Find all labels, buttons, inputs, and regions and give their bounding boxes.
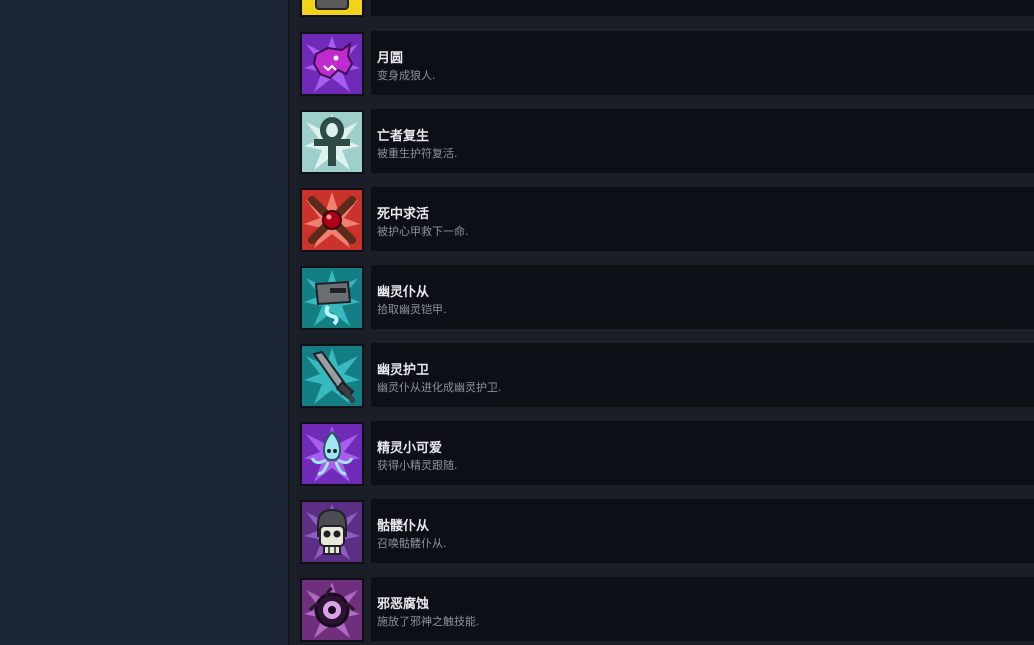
achievement-row: 亡者复生 被重生护符复活. [289,109,1034,174]
achievement-row: 死中求活 被护心甲救下一命. [289,187,1034,252]
achievement-card: 死中求活 被护心甲救下一命. [371,187,1034,251]
achievement-title: 邪恶腐蚀 [377,597,430,612]
skull-icon [302,502,362,562]
heart-crossbones-icon [302,190,362,250]
achievement-row: 月圆 变身成狼人. [289,31,1034,96]
achievement-list[interactable]: 月圆 变身成狼人. 亡者复生 被重生护符复活. 死中求活 被护心甲救下一命. 幽… [289,0,1034,645]
ankh-icon [302,112,362,172]
achievement-title: 亡者复生 [377,129,430,144]
ghost-helmet-icon [302,268,362,328]
achievement-card: 幽灵护卫 幽灵仆从进化成幽灵护卫. [371,343,1034,407]
achievement-description: 被护心甲救下一命. [377,225,469,238]
achievement-row [289,0,1034,17]
achievement-icon-frame [300,32,364,96]
left-panel [0,0,288,645]
achievement-description: 拾取幽灵铠甲. [377,303,447,316]
yellow-badge-icon [302,0,362,15]
achievement-row: 精灵小可爱 获得小精灵跟随. [289,421,1034,486]
achievement-row: 幽灵仆从 拾取幽灵铠甲. [289,265,1034,330]
achievement-title: 精灵小可爱 [377,441,443,456]
achievement-description: 幽灵仆从进化成幽灵护卫. [377,381,502,394]
achievement-description: 变身成狼人. [377,69,436,82]
achievements-window: 月圆 变身成狼人. 亡者复生 被重生护符复活. 死中求活 被护心甲救下一命. 幽… [0,0,1034,645]
achievement-row: 骷髅仆从 召唤骷髅仆从. [289,499,1034,564]
achievement-card: 骷髅仆从 召唤骷髅仆从. [371,499,1034,563]
achievement-icon-frame [300,188,364,252]
achievement-title: 月圆 [377,51,404,66]
achievement-card [371,0,1034,16]
achievement-description: 获得小精灵跟随. [377,459,458,472]
ghost-sword-icon [302,346,362,406]
wisp-icon [302,424,362,484]
achievement-title: 幽灵护卫 [377,363,430,378]
achievement-card: 幽灵仆从 拾取幽灵铠甲. [371,265,1034,329]
achievement-card: 亡者复生 被重生护符复活. [371,109,1034,173]
achievement-icon-frame [300,110,364,174]
achievement-row: 幽灵护卫 幽灵仆从进化成幽灵护卫. [289,343,1034,408]
achievement-icon-frame [300,0,364,17]
achievement-icon-frame [300,344,364,408]
achievement-icon-frame [300,500,364,564]
achievement-description: 召唤骷髅仆从. [377,537,447,550]
achievement-description: 施放了邪神之触技能. [377,615,480,628]
achievement-card: 精灵小可爱 获得小精灵跟随. [371,421,1034,485]
achievement-card: 月圆 变身成狼人. [371,31,1034,95]
achievement-icon-frame [300,266,364,330]
werewolf-icon [302,34,362,94]
achievement-card: 邪恶腐蚀 施放了邪神之触技能. [371,577,1034,641]
achievement-title: 幽灵仆从 [377,285,430,300]
achievement-row: 邪恶腐蚀 施放了邪神之触技能. [289,577,1034,642]
achievement-title: 死中求活 [377,207,430,222]
achievement-description: 被重生护符复活. [377,147,458,160]
achievement-title: 骷髅仆从 [377,519,430,534]
evil-eye-icon [302,580,362,640]
achievement-icon-frame [300,422,364,486]
achievement-icon-frame [300,578,364,642]
